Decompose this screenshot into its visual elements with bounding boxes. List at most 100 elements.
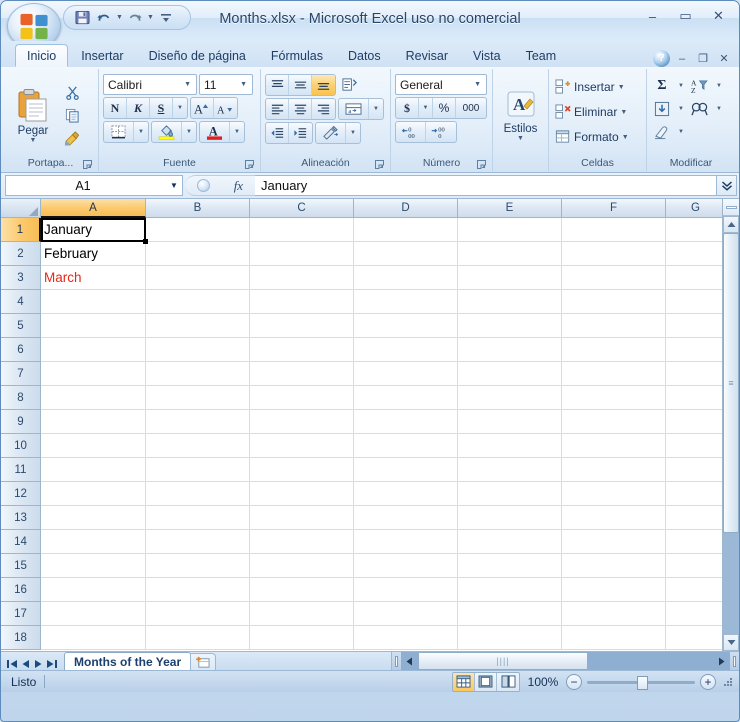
cell-G17[interactable] <box>666 602 722 626</box>
name-box[interactable]: A1 ▼ <box>5 175 183 196</box>
scroll-left-button[interactable] <box>401 652 418 670</box>
tab-datos[interactable]: Datos <box>336 44 393 67</box>
fill-color-dropdown-button[interactable]: ▼ <box>182 122 196 142</box>
cell-F5[interactable] <box>562 314 666 338</box>
cell-G11[interactable] <box>666 458 722 482</box>
cell-G3[interactable] <box>666 266 722 290</box>
align-top-button[interactable] <box>266 75 289 95</box>
scroll-down-button[interactable] <box>723 634 739 651</box>
cell-E18[interactable] <box>458 626 562 650</box>
borders-dropdown-button[interactable]: ▼ <box>134 122 148 142</box>
cell-C9[interactable] <box>250 410 354 434</box>
cell-F3[interactable] <box>562 266 666 290</box>
cell-G9[interactable] <box>666 410 722 434</box>
column-header-d[interactable]: D <box>354 199 458 218</box>
tab-diseno-de-pagina[interactable]: Diseño de página <box>137 44 258 67</box>
cell-C5[interactable] <box>250 314 354 338</box>
alignment-dialog-launcher[interactable] <box>374 159 385 170</box>
undo-button[interactable] <box>94 8 114 28</box>
cell-B18[interactable] <box>146 626 250 650</box>
cell-B16[interactable] <box>146 578 250 602</box>
fill-button[interactable] <box>651 98 673 119</box>
styles-dropdown-arrow[interactable]: ▼ <box>517 135 524 142</box>
zoom-slider[interactable] <box>587 674 695 690</box>
cell-A12[interactable] <box>41 482 146 506</box>
cell-A17[interactable] <box>41 602 146 626</box>
font-color-dropdown-button[interactable]: ▼ <box>230 122 244 142</box>
column-header-e[interactable]: E <box>458 199 562 218</box>
cell-B9[interactable] <box>146 410 250 434</box>
cell-C6[interactable] <box>250 338 354 362</box>
underline-button[interactable]: S <box>150 98 173 118</box>
cell-G13[interactable] <box>666 506 722 530</box>
cell-A3[interactable]: March <box>41 266 146 290</box>
cell-E10[interactable] <box>458 434 562 458</box>
clipboard-dialog-launcher[interactable] <box>82 159 93 170</box>
cell-D14[interactable] <box>354 530 458 554</box>
cell-D5[interactable] <box>354 314 458 338</box>
row-header-6[interactable]: 6 <box>1 338 41 362</box>
cell-F10[interactable] <box>562 434 666 458</box>
cell-E1[interactable] <box>458 218 562 242</box>
find-select-dropdown-button[interactable]: ▼ <box>713 98 725 119</box>
cell-G15[interactable] <box>666 554 722 578</box>
tab-formulas[interactable]: Fórmulas <box>259 44 335 67</box>
cell-B7[interactable] <box>146 362 250 386</box>
previous-sheet-button[interactable] <box>22 659 30 669</box>
font-size-combo[interactable]: 11 ▼ <box>199 74 253 95</box>
cell-F11[interactable] <box>562 458 666 482</box>
vertical-scroll-thumb[interactable]: ≡ <box>723 233 739 533</box>
cell-C10[interactable] <box>250 434 354 458</box>
cell-B14[interactable] <box>146 530 250 554</box>
cell-A4[interactable] <box>41 290 146 314</box>
row-header-2[interactable]: 2 <box>1 242 41 266</box>
first-sheet-button[interactable] <box>7 659 18 669</box>
cell-F14[interactable] <box>562 530 666 554</box>
wrap-text-dropdown-button[interactable]: ▼ <box>369 99 383 119</box>
cell-D17[interactable] <box>354 602 458 626</box>
redo-dropdown-arrow[interactable]: ▼ <box>147 14 154 21</box>
decrease-decimal-button[interactable]: 00 0 <box>426 122 456 142</box>
cell-G5[interactable] <box>666 314 722 338</box>
clear-dropdown-button[interactable]: ▼ <box>675 121 687 142</box>
minimize-button[interactable]: – <box>638 6 667 26</box>
decrease-indent-button[interactable] <box>266 123 289 143</box>
cell-A18[interactable] <box>41 626 146 650</box>
cell-F1[interactable] <box>562 218 666 242</box>
row-header-3[interactable]: 3 <box>1 266 41 290</box>
last-sheet-button[interactable] <box>46 659 57 669</box>
cell-A6[interactable] <box>41 338 146 362</box>
font-color-button[interactable]: A <box>200 122 230 142</box>
cell-C11[interactable] <box>250 458 354 482</box>
row-header-9[interactable]: 9 <box>1 410 41 434</box>
increase-font-size-button[interactable]: A <box>191 98 214 118</box>
vertical-scroll-track[interactable]: ≡ <box>723 233 739 634</box>
row-header-15[interactable]: 15 <box>1 554 41 578</box>
cell-C18[interactable] <box>250 626 354 650</box>
increase-decimal-button[interactable]: 0 00 <box>396 122 426 142</box>
cell-E14[interactable] <box>458 530 562 554</box>
copy-button[interactable] <box>61 105 83 126</box>
tab-inicio[interactable]: Inicio <box>15 44 69 67</box>
cell-C2[interactable] <box>250 242 354 266</box>
insert-function-dot-icon[interactable] <box>196 179 210 192</box>
cell-B4[interactable] <box>146 290 250 314</box>
cell-D7[interactable] <box>354 362 458 386</box>
cell-C3[interactable] <box>250 266 354 290</box>
underline-dropdown-button[interactable]: ▼ <box>173 98 187 118</box>
cell-D10[interactable] <box>354 434 458 458</box>
cell-A5[interactable] <box>41 314 146 338</box>
zoom-in-button[interactable]: + <box>700 673 716 690</box>
cell-F8[interactable] <box>562 386 666 410</box>
wrap-text-button[interactable]: a <box>339 99 369 119</box>
merge-and-center-button[interactable] <box>316 123 346 143</box>
percent-format-button[interactable]: % <box>433 98 456 118</box>
delete-dropdown-arrow[interactable]: ▼ <box>620 109 627 116</box>
cell-C13[interactable] <box>250 506 354 530</box>
row-header-4[interactable]: 4 <box>1 290 41 314</box>
font-dialog-launcher[interactable] <box>244 159 255 170</box>
save-button[interactable] <box>72 8 92 28</box>
sheet-tab-months-of-the-year[interactable]: Months of the Year <box>64 652 192 670</box>
cell-A11[interactable] <box>41 458 146 482</box>
accounting-format-button[interactable]: $ <box>396 98 419 118</box>
